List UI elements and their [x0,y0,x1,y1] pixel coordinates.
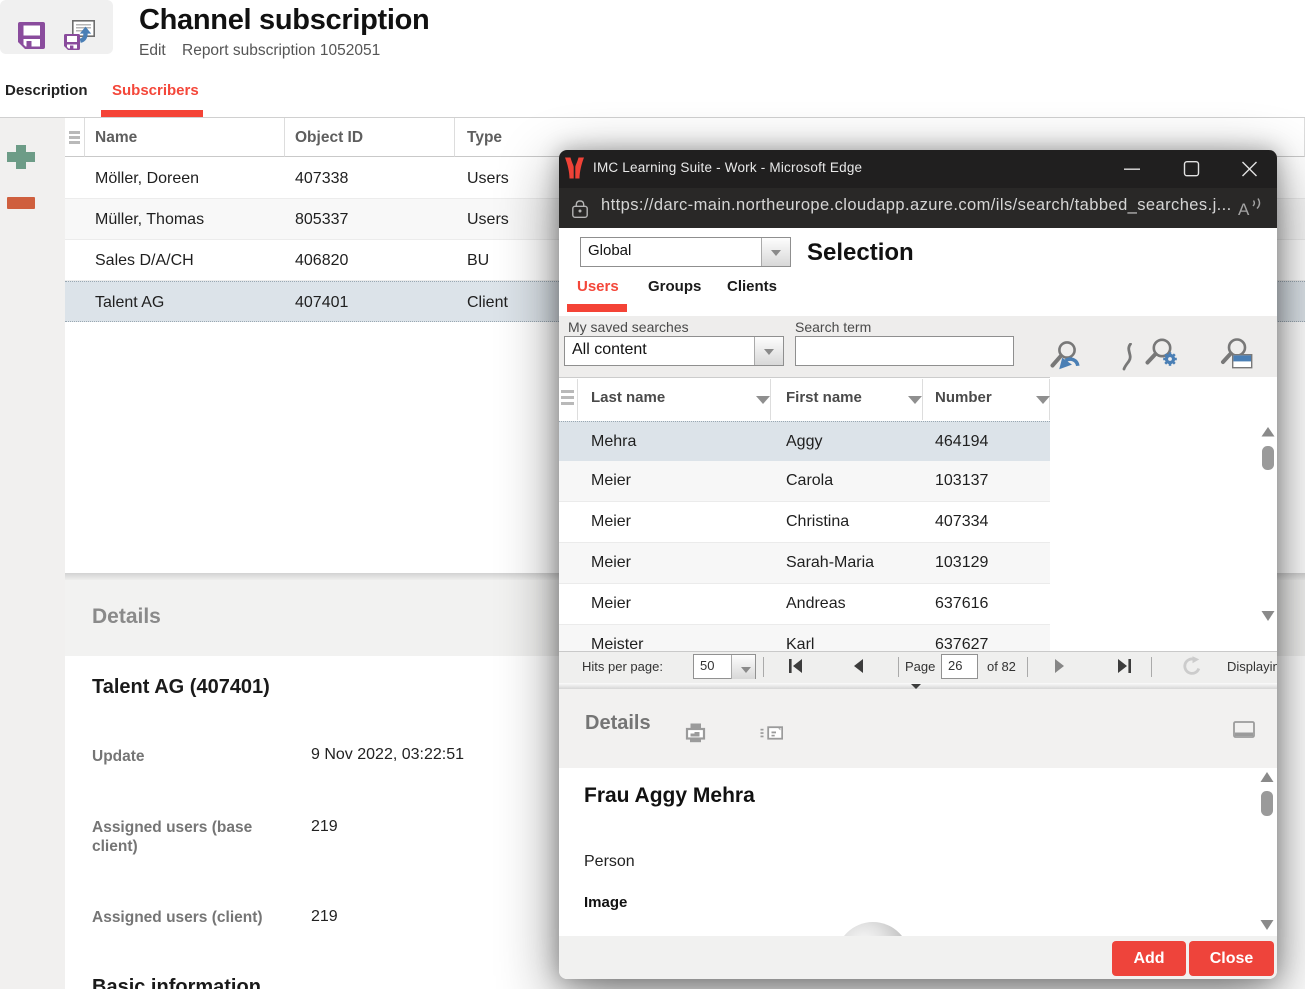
svg-text:A: A [1238,200,1250,219]
